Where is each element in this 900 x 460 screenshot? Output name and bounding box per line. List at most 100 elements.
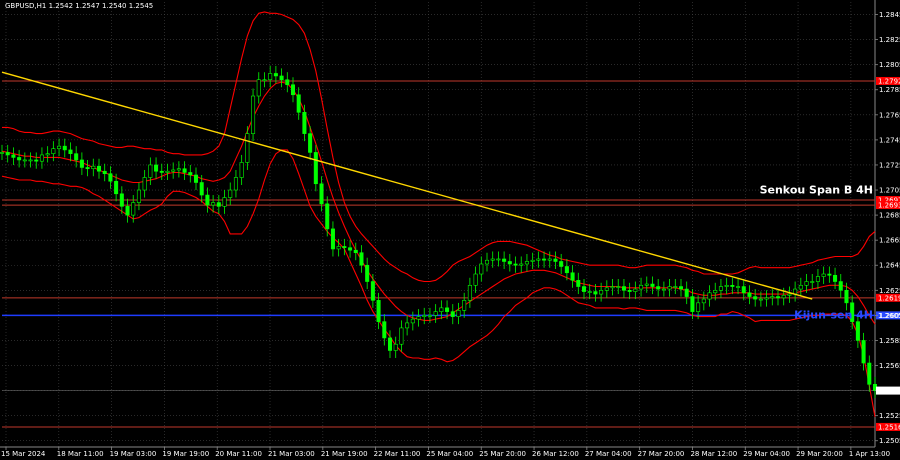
candle-body	[684, 288, 689, 297]
candle-body	[102, 170, 107, 175]
y-tick-label: 1.2505	[879, 437, 900, 445]
x-tick-label: 25 Mar 04:00	[426, 450, 473, 458]
candle-body	[855, 321, 860, 341]
annotation-label: Senkou Span B 4H	[760, 183, 873, 196]
candle-body	[273, 73, 278, 77]
candle-body	[467, 284, 472, 301]
candle-body	[325, 203, 330, 230]
candle-body	[416, 316, 421, 320]
x-tick-label: 26 Mar 12:00	[532, 450, 579, 458]
x-tick-label: 20 Mar 11:00	[215, 450, 262, 458]
candle-body	[462, 300, 467, 311]
candle-body	[633, 288, 638, 292]
y-tick-label: 1.2605	[879, 312, 900, 320]
candle-body	[0, 152, 5, 154]
grid	[0, 0, 876, 448]
candle-body	[456, 310, 461, 317]
candle-body	[39, 154, 44, 162]
candle-body	[747, 292, 752, 297]
candle-body	[593, 291, 598, 295]
x-tick-label: 27 Mar 20:00	[638, 450, 685, 458]
candle-body	[399, 327, 404, 345]
candle-body	[553, 258, 558, 262]
price-chart[interactable]: 1.27921.26971.26931.26191.26051.25161.28…	[0, 0, 900, 460]
y-tick-label: 1.2845	[879, 11, 900, 19]
y-tick-label: 1.2705	[879, 187, 900, 195]
candle-body	[251, 95, 256, 134]
candle-body	[387, 337, 393, 351]
candle-body	[222, 197, 227, 207]
current-price-label: 1.2545	[878, 387, 900, 395]
candle-body	[79, 159, 84, 168]
candle-body	[707, 292, 712, 300]
candle-body	[844, 290, 849, 304]
level-label: 1.2792	[878, 77, 900, 85]
candle-body	[296, 94, 301, 113]
candle-body	[330, 228, 335, 250]
y-tick-label: 1.2585	[879, 337, 900, 345]
candle-body	[867, 362, 872, 385]
candle-body	[34, 159, 39, 162]
candle-body	[22, 159, 27, 162]
candle-body	[833, 274, 838, 282]
y-tick-label: 1.2645	[879, 262, 900, 270]
candle-body	[199, 182, 204, 196]
y-tick-label: 1.2805	[879, 61, 900, 69]
y-tick-label: 1.2525	[879, 412, 900, 420]
candle-body	[182, 168, 187, 173]
candle-body	[673, 286, 678, 288]
candle-body	[581, 286, 587, 292]
candle-body	[753, 296, 758, 300]
x-tick-label: 15 Mar 2024	[1, 450, 46, 458]
level-label: 1.2619	[878, 294, 900, 302]
candle-body	[542, 258, 547, 261]
candle-body	[861, 340, 866, 364]
candle-body	[159, 170, 164, 173]
candle-body	[479, 263, 484, 275]
candle-body	[68, 149, 73, 154]
candle-body	[587, 291, 592, 293]
candle-body	[256, 79, 261, 97]
x-tick-label: 29 Mar 04:00	[743, 450, 790, 458]
candle-body	[502, 258, 507, 262]
candle-body	[427, 315, 432, 317]
candles	[0, 65, 878, 399]
candle-body	[724, 284, 729, 287]
x-tick-label: 21 Mar 03:00	[268, 450, 315, 458]
x-tick-label: 18 Mar 11:00	[57, 450, 104, 458]
candle-body	[758, 298, 763, 301]
candle-body	[17, 157, 22, 161]
candle-body	[690, 296, 695, 312]
upper-band	[2, 11, 876, 283]
candle-body	[701, 298, 706, 304]
candle-body	[507, 261, 512, 265]
candle-body	[604, 287, 609, 291]
candle-body	[142, 177, 147, 191]
candle-body	[650, 283, 655, 287]
candle-body	[547, 258, 552, 261]
candle-body	[450, 311, 455, 317]
candle-body	[85, 167, 90, 170]
candle-body	[165, 170, 170, 173]
candle-body	[718, 286, 723, 291]
x-tick-label: 28 Mar 12:00	[690, 450, 737, 458]
candle-body	[821, 273, 826, 277]
x-tick-label: 29 Mar 20:00	[796, 450, 843, 458]
candle-body	[775, 296, 781, 299]
candle-body	[484, 259, 490, 265]
candle-body	[348, 247, 353, 251]
candle-body	[576, 279, 581, 287]
candle-body	[51, 148, 56, 154]
candle-body	[536, 258, 541, 261]
price-axis: 1.27921.26971.26931.26191.26051.25161.28…	[875, 11, 900, 445]
candle-body	[696, 302, 701, 312]
candle-body	[513, 263, 518, 266]
candle-body	[74, 153, 79, 161]
candle-body	[667, 286, 672, 290]
candle-body	[216, 202, 221, 207]
candle-body	[228, 189, 233, 198]
candle-body	[741, 286, 746, 294]
candle-body	[473, 273, 478, 286]
candle-body	[445, 307, 450, 312]
candle-body	[781, 295, 786, 299]
